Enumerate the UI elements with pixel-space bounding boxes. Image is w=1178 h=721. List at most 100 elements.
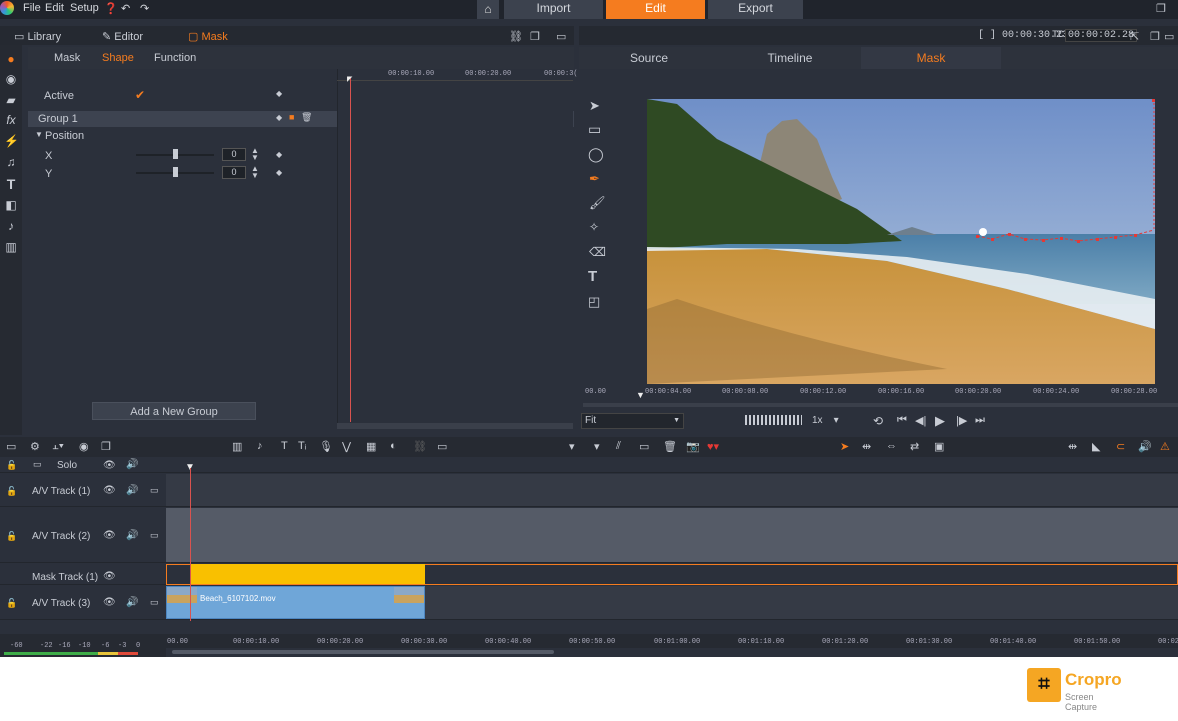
- add-title-icon[interactable]: T: [281, 440, 288, 452]
- zoom-select[interactable]: Fit ▼: [581, 413, 684, 429]
- ripple-edit-icon[interactable]: ⚠: [1160, 440, 1170, 453]
- link-disabled-icon[interactable]: ⛓: [413, 440, 427, 453]
- eye-icon[interactable]: 👁: [103, 597, 116, 608]
- music-note-icon[interactable]: ♪: [257, 440, 263, 452]
- overlay-icon[interactable]: ◧: [4, 198, 18, 212]
- home-button[interactable]: ⌂: [477, 0, 499, 19]
- tab-player-mask[interactable]: Mask: [861, 47, 1001, 69]
- loop-icon[interactable]: ⟲: [873, 414, 883, 428]
- expand-arrow-icon[interactable]: ▼: [35, 130, 43, 139]
- tab-editor[interactable]: ✎ Editor: [102, 30, 143, 43]
- speed-select[interactable]: 1x ▾: [812, 415, 839, 426]
- av-track-2-body[interactable]: [166, 508, 1178, 563]
- split-icon[interactable]: ⋁: [342, 440, 351, 453]
- player-scrubber-icon[interactable]: ▼: [636, 390, 645, 400]
- color-marker-icon[interactable]: ♥▾: [707, 440, 719, 453]
- solo-icon[interactable]: ▭: [33, 459, 42, 470]
- player-scrollbar[interactable]: [583, 403, 1178, 407]
- audio-scrub-icon[interactable]: 🔊: [1138, 440, 1152, 453]
- marker-icon[interactable]: ▾: [569, 440, 575, 453]
- monitor-icon[interactable]: ▭: [150, 485, 159, 496]
- video-preview[interactable]: [647, 99, 1155, 384]
- timeline-ruler-top[interactable]: [166, 457, 1178, 473]
- mask-tool-icon[interactable]: ●: [4, 52, 18, 66]
- export-frame-icon[interactable]: ⇱: [1130, 30, 1139, 43]
- eye-icon[interactable]: 👁: [103, 485, 116, 496]
- keyframe-ruler[interactable]: [337, 67, 573, 81]
- x-stepper-icon[interactable]: ▲ ▼: [251, 147, 259, 162]
- layout-icon[interactable]: ▭: [556, 30, 566, 43]
- subtab-function[interactable]: Function: [154, 52, 196, 64]
- y-slider-handle[interactable]: [173, 167, 178, 177]
- lock-icon[interactable]: 🔓: [6, 460, 17, 471]
- tab-mask[interactable]: ▢ Mask: [188, 30, 228, 43]
- snapshot-icon[interactable]: ❐: [101, 440, 111, 453]
- delete-group-icon[interactable]: 🗑: [301, 112, 312, 123]
- jog-shuttle[interactable]: [745, 415, 802, 425]
- marker-out-icon[interactable]: ▾: [594, 440, 600, 453]
- go-to-end-icon[interactable]: ⏭: [975, 414, 985, 427]
- tab-library[interactable]: ▭ Library: [14, 30, 61, 43]
- monitor-icon[interactable]: ▭: [150, 530, 159, 541]
- speaker-icon[interactable]: 🔊: [126, 530, 138, 541]
- keyframe-diamond-icon[interactable]: ◆: [276, 89, 282, 98]
- menu-setup[interactable]: Setup: [70, 2, 99, 14]
- microphone-icon[interactable]: 🎙: [319, 440, 333, 453]
- camera-icon[interactable]: 📷: [686, 440, 700, 453]
- speaker-icon[interactable]: 🔊: [126, 459, 138, 470]
- eye-icon[interactable]: 👁: [103, 571, 116, 582]
- trash-icon[interactable]: 🗑: [663, 440, 677, 453]
- timeline-scrollbar[interactable]: [172, 650, 554, 654]
- mask-clip[interactable]: [191, 564, 425, 584]
- y-keyframe-icon[interactable]: ◆: [276, 168, 282, 177]
- trim-icon[interactable]: ⫽: [616, 440, 621, 453]
- step-back-icon[interactable]: ◀|: [915, 414, 926, 427]
- av-track-1-body[interactable]: [166, 474, 1178, 507]
- select-arrow-icon[interactable]: ➤: [589, 98, 600, 114]
- record-icon[interactable]: ◉: [79, 440, 89, 453]
- gear-icon[interactable]: ⚙: [30, 440, 40, 453]
- fx-icon[interactable]: fx: [4, 113, 18, 127]
- copy-frame-icon[interactable]: ❐: [1150, 30, 1160, 43]
- timeline-playhead[interactable]: [190, 468, 191, 633]
- eye-icon[interactable]: 👁: [103, 530, 116, 541]
- group-keyframe-icon[interactable]: ◆: [276, 113, 282, 122]
- track-view-icon[interactable]: ⫠▾: [52, 440, 64, 453]
- x-slider-handle[interactable]: [173, 149, 178, 159]
- link-icon[interactable]: ⛓: [509, 30, 523, 43]
- menu-file[interactable]: File: [23, 2, 41, 14]
- lock-icon[interactable]: 🔓: [6, 598, 17, 609]
- active-checkbox[interactable]: ✔: [135, 88, 145, 102]
- pointer-tool-icon[interactable]: ➤: [840, 440, 849, 453]
- brush-tool-icon[interactable]: 🖌: [589, 195, 606, 211]
- redo-icon[interactable]: ↷: [140, 2, 149, 15]
- fit-timeline-icon[interactable]: ▣: [934, 440, 944, 453]
- roll-icon[interactable]: ⇔: [886, 440, 897, 452]
- audio-mixer-icon[interactable]: ▥: [232, 440, 242, 453]
- color-icon[interactable]: ◉: [4, 72, 18, 86]
- music-icon[interactable]: ♫: [4, 155, 18, 169]
- mode-import-button[interactable]: Import: [504, 0, 603, 19]
- storyboard-icon[interactable]: ▭: [639, 440, 649, 453]
- add-new-group-button[interactable]: Add a New Group: [92, 402, 256, 420]
- pen-tool-icon[interactable]: ✒: [589, 171, 600, 187]
- go-to-start-icon[interactable]: ⏮: [897, 414, 907, 427]
- undo-icon[interactable]: ↶: [121, 2, 130, 15]
- motion-icon[interactable]: ⚡: [4, 134, 19, 148]
- y-value-input[interactable]: 0: [222, 166, 246, 179]
- help-icon[interactable]: ❓: [104, 2, 118, 15]
- magic-wand-icon[interactable]: ✧: [589, 220, 599, 234]
- tab-timeline[interactable]: Timeline: [720, 47, 860, 69]
- y-stepper-icon[interactable]: ▲ ▼: [251, 165, 259, 180]
- keyframe-timeline[interactable]: [337, 69, 573, 429]
- play-icon[interactable]: ▶: [935, 413, 945, 429]
- playhead-marker-icon[interactable]: ◤: [347, 75, 352, 83]
- restore-window-icon[interactable]: ❐: [1156, 2, 1166, 15]
- keyframe-scrollbar[interactable]: [337, 423, 573, 429]
- montage-icon[interactable]: ▥: [4, 240, 18, 254]
- fullscreen-icon[interactable]: ▭: [1164, 30, 1174, 43]
- step-forward-icon[interactable]: |▶: [956, 414, 967, 427]
- lock-icon[interactable]: 🔓: [6, 531, 17, 542]
- ripple-icon[interactable]: ⇹: [862, 440, 871, 453]
- audio-icon[interactable]: ♪: [4, 219, 18, 233]
